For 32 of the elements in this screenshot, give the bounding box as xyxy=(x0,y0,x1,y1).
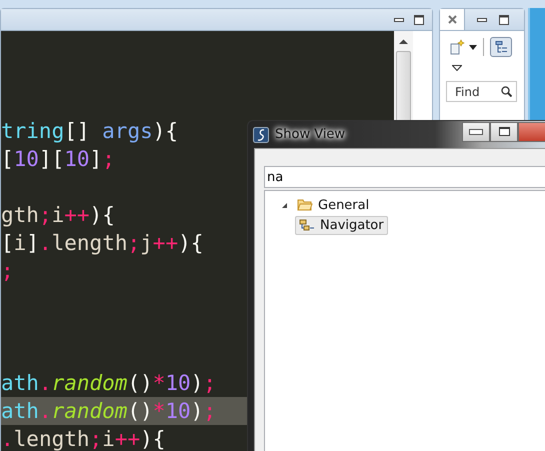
filter-field[interactable]: na xyxy=(264,166,545,188)
find-placeholder: Find xyxy=(455,84,480,98)
tree-item[interactable]: General xyxy=(293,196,374,214)
code-line: .length;i++){ xyxy=(1,427,166,451)
code-line: [10][10]; xyxy=(1,147,115,171)
dropdown-icon[interactable] xyxy=(469,44,477,50)
expanded-arrow-icon[interactable] xyxy=(281,202,288,208)
code-line: ath.random()*10); xyxy=(1,399,216,423)
scroll-up-icon[interactable] xyxy=(399,39,408,45)
panel-tab[interactable] xyxy=(440,9,465,30)
maximize-icon[interactable] xyxy=(414,14,424,24)
code-line: ; xyxy=(1,259,14,283)
view-menu-icon[interactable] xyxy=(452,65,462,71)
code-line: tring[] args){ xyxy=(1,119,178,143)
minimize-icon[interactable] xyxy=(477,18,487,22)
code-line: ath.random()*10); xyxy=(1,371,216,395)
code-line: [i].length;j++){ xyxy=(1,231,204,255)
close-icon[interactable] xyxy=(448,15,456,24)
maximize-button[interactable] xyxy=(490,122,518,142)
dialog-title: Show View xyxy=(275,127,346,142)
maximize-icon[interactable] xyxy=(499,14,509,24)
app-logo-icon xyxy=(253,126,269,142)
minimize-icon[interactable] xyxy=(394,18,404,22)
find-field[interactable]: Find xyxy=(446,81,517,102)
tree-item[interactable]: Navigator xyxy=(295,216,388,234)
search-icon[interactable] xyxy=(501,86,512,97)
tree-view-icon xyxy=(299,219,315,231)
folder-icon xyxy=(297,199,313,211)
code-line: gth;i++){ xyxy=(1,203,115,227)
tree-toggle-button[interactable] xyxy=(490,37,512,57)
minimize-button[interactable] xyxy=(462,122,490,142)
tree-icon xyxy=(494,41,508,53)
